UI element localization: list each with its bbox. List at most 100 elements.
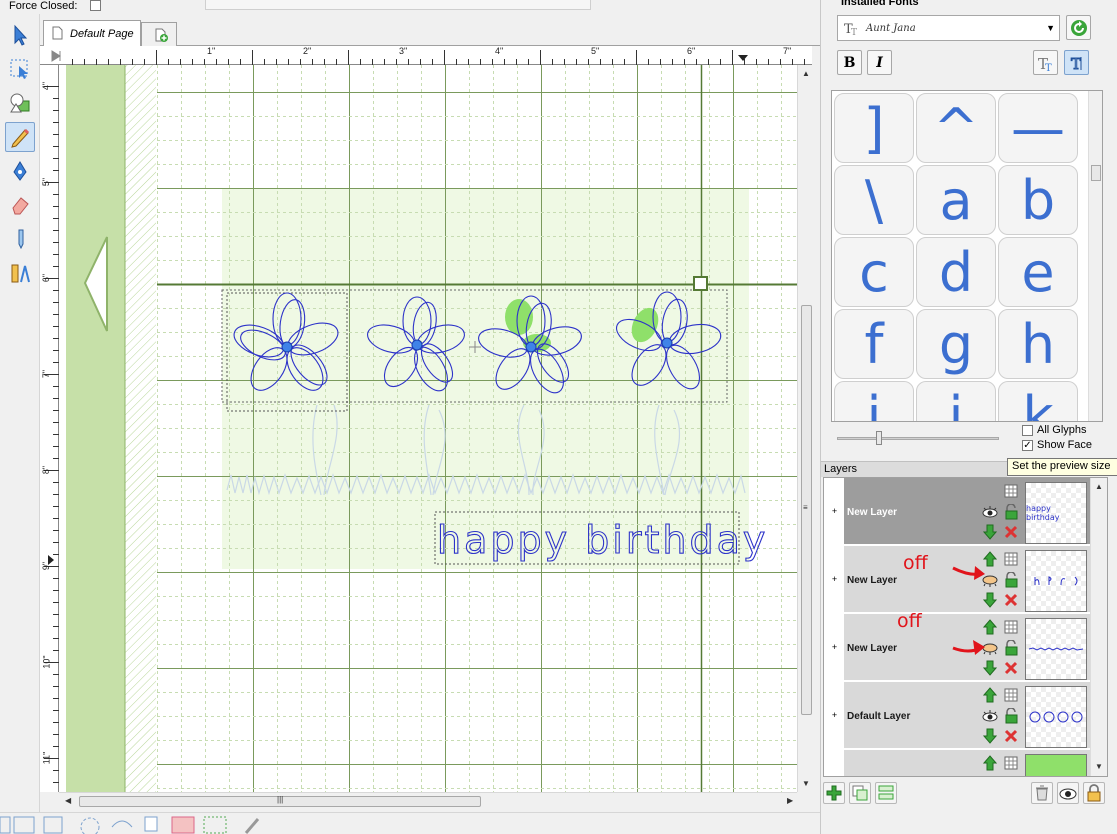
delete-icon[interactable]: [1002, 523, 1020, 541]
delete-icon[interactable]: [1002, 659, 1020, 677]
force-closed-label: Force Closed:: [9, 0, 78, 12]
layer-row[interactable]: + New Layer happy birthday: [832, 478, 1090, 545]
scroll-up-arrow-icon[interactable]: ▲: [802, 69, 810, 78]
duplicate-layer-button[interactable]: [849, 782, 871, 804]
delete-icon[interactable]: [1002, 591, 1020, 609]
pen-tool-button[interactable]: [5, 156, 35, 186]
glyph-cell[interactable]: a: [916, 165, 996, 235]
glyph-cell[interactable]: g: [916, 309, 996, 379]
happy-birthday-text[interactable]: happy birthday: [436, 517, 768, 562]
pencil-tool-button[interactable]: [5, 122, 35, 152]
scroll-down-arrow-icon[interactable]: ▼: [1095, 762, 1103, 771]
select-tool-button[interactable]: [5, 20, 35, 50]
refresh-fonts-button[interactable]: [1066, 15, 1091, 40]
lock-icon[interactable]: [1002, 503, 1020, 521]
design-canvas[interactable]: happy birthday: [59, 65, 797, 792]
text-style-button[interactable]: TT: [1033, 50, 1058, 75]
add-layer-button[interactable]: [823, 782, 845, 804]
lock-icon[interactable]: [1002, 639, 1020, 657]
top-option-field[interactable]: [205, 0, 591, 10]
trash-button[interactable]: [1031, 782, 1053, 804]
preview-size-slider-thumb[interactable]: [876, 431, 882, 445]
all-glyphs-label: All Glyphs: [1037, 424, 1087, 436]
canvas-horizontal-scrollbar[interactable]: ◀ ||| ▶: [59, 792, 797, 809]
glyph-cell[interactable]: c: [834, 237, 914, 307]
show-face-checkbox[interactable]: ✓: [1022, 440, 1033, 451]
tab-default-page[interactable]: Default Page: [43, 20, 141, 46]
trash-icon: [1036, 785, 1048, 801]
delete-icon[interactable]: [1002, 727, 1020, 745]
expand-icon[interactable]: +: [830, 575, 839, 584]
glyph-cell[interactable]: h: [998, 309, 1078, 379]
knife-tool-button[interactable]: [5, 224, 35, 254]
glyph-cell[interactable]: d: [916, 237, 996, 307]
grid-icon[interactable]: [1002, 550, 1020, 568]
horizontal-ruler[interactable]: 1" 2" 3" 4" 5" 6" 7": [40, 46, 812, 65]
grid-icon[interactable]: [1002, 482, 1020, 500]
force-closed-checkbox[interactable]: [90, 0, 101, 11]
measure-tool-button[interactable]: [5, 258, 35, 288]
move-down-icon[interactable]: [981, 727, 999, 745]
glyph-cell[interactable]: \: [834, 165, 914, 235]
merge-layers-button[interactable]: [875, 782, 897, 804]
glyph-scrollbar[interactable]: [1088, 91, 1102, 421]
glyph-cell[interactable]: b: [998, 165, 1078, 235]
preview-size-slider[interactable]: [837, 437, 999, 440]
glyph-cell[interactable]: j: [916, 381, 996, 421]
glyph-cell[interactable]: i: [834, 381, 914, 421]
eye-icon[interactable]: [981, 503, 999, 521]
italic-button[interactable]: I: [867, 50, 892, 75]
text-outline-button[interactable]: T: [1064, 50, 1089, 75]
layer-row[interactable]: + Default Layer: [832, 682, 1090, 749]
pen-nib-icon: [13, 161, 27, 181]
layer-row[interactable]: [844, 750, 1090, 776]
lock-all-button[interactable]: [1083, 782, 1105, 804]
glyph-grid[interactable]: ] ^ — \ a b c d e f g h i j k: [831, 90, 1103, 422]
glyph-scroll-thumb[interactable]: [1091, 165, 1101, 181]
bold-button[interactable]: B: [837, 50, 862, 75]
toggle-visibility-button[interactable]: [1057, 782, 1079, 804]
vertical-ruler[interactable]: 4" 5" 6" 7" 8" 9" 10" 11": [40, 65, 59, 792]
chevron-down-icon: ▼: [1046, 23, 1055, 33]
glyph-cell[interactable]: —: [998, 93, 1078, 163]
expand-icon[interactable]: +: [830, 711, 839, 720]
scroll-up-arrow-icon[interactable]: ▲: [1095, 482, 1103, 491]
move-up-icon[interactable]: [981, 686, 999, 704]
refresh-icon: [1070, 19, 1087, 36]
canvas-vertical-scrollbar[interactable]: ▲ ≡ ▼: [797, 65, 814, 792]
move-down-icon[interactable]: [981, 659, 999, 677]
glyph-cell[interactable]: e: [998, 237, 1078, 307]
font-family-select[interactable]: TT Aunt Jana ▼: [837, 15, 1060, 41]
glyph-cell[interactable]: f: [834, 309, 914, 379]
grid-icon[interactable]: [1002, 686, 1020, 704]
shapes-tool-button[interactable]: [5, 88, 35, 118]
eraser-tool-button[interactable]: [5, 190, 35, 220]
expand-icon[interactable]: +: [830, 507, 839, 516]
node-edit-tool-button[interactable]: [5, 54, 35, 84]
lock-icon[interactable]: [1002, 571, 1020, 589]
add-page-tab[interactable]: [141, 22, 177, 46]
layer-name: Default Layer: [847, 711, 911, 722]
selection-handle[interactable]: [693, 276, 708, 291]
glyph-cell[interactable]: ^: [916, 93, 996, 163]
glyph-cell[interactable]: k: [998, 381, 1078, 421]
ruler-label: 6": [687, 46, 696, 56]
expand-icon[interactable]: +: [830, 643, 839, 652]
grid-icon[interactable]: [1002, 754, 1020, 772]
grid-icon[interactable]: [1002, 618, 1020, 636]
eye-icon[interactable]: [981, 707, 999, 725]
lock-icon[interactable]: [1002, 707, 1020, 725]
layers-list[interactable]: + New Layer happy birthday + New Layer +…: [823, 477, 1108, 777]
ruler-label: 5": [41, 177, 52, 187]
move-up-icon[interactable]: [981, 754, 999, 772]
scroll-down-arrow-icon[interactable]: ▼: [802, 779, 810, 788]
move-down-icon[interactable]: [981, 523, 999, 541]
move-down-icon[interactable]: [981, 591, 999, 609]
scroll-right-arrow-icon[interactable]: ▶: [787, 796, 793, 805]
truetype-font-icon: TT: [844, 22, 857, 35]
canvas-drawing[interactable]: happy birthday: [59, 65, 797, 792]
glyph-cell[interactable]: ]: [834, 93, 914, 163]
layers-scrollbar[interactable]: ▲ ▼: [1090, 478, 1107, 776]
all-glyphs-checkbox[interactable]: [1022, 425, 1033, 436]
scroll-left-arrow-icon[interactable]: ◀: [65, 796, 71, 805]
